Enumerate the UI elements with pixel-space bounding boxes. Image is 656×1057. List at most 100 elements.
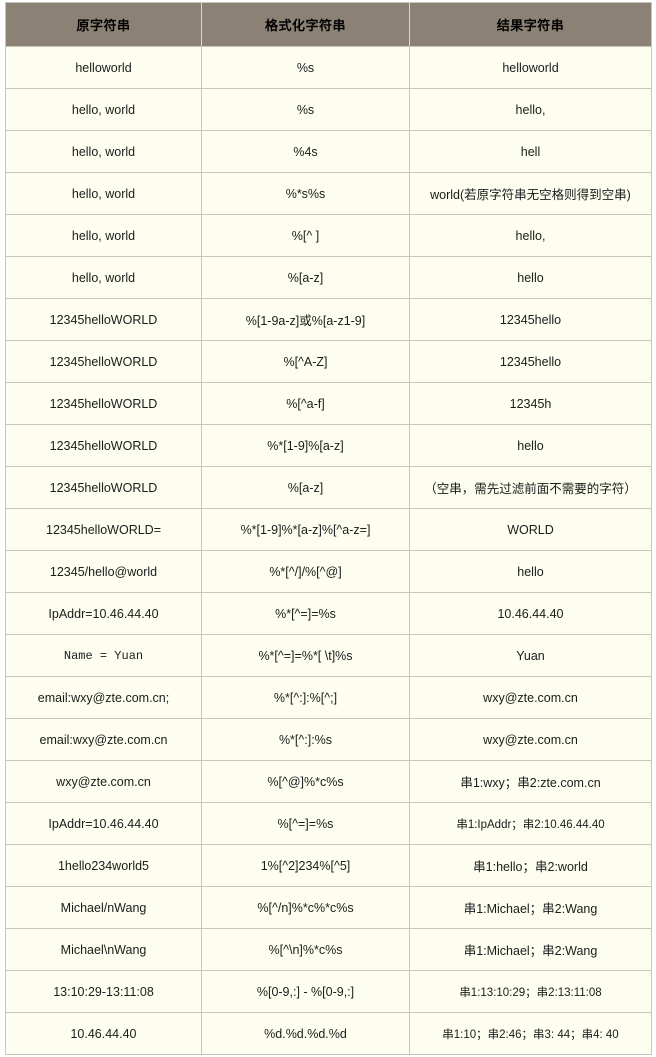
cell-format-string: %*[^:]:%s bbox=[201, 718, 410, 761]
cell-format-string: 1%[^2]234%[^5] bbox=[201, 844, 410, 887]
table-row: Name = Yuan %*[^=]=%*[ \t]%s Yuan bbox=[5, 634, 652, 677]
cell-format-string: %*[^=]=%*[ \t]%s bbox=[201, 634, 410, 677]
cell-result-string: hello, bbox=[409, 88, 652, 131]
cell-result-string: （空串，需先过滤前面不需要的字符） bbox=[409, 466, 652, 509]
cell-result-string: 12345hello bbox=[409, 298, 652, 341]
cell-source-string: 12345helloWORLD= bbox=[5, 508, 202, 551]
table-header-row: 原字符串 格式化字符串 结果字符串 bbox=[5, 2, 652, 47]
cell-result-string: 12345h bbox=[409, 382, 652, 425]
cell-format-string: %[^A-Z] bbox=[201, 340, 410, 383]
table-body: helloworld %s helloworld hello, world %s hell… bbox=[5, 46, 652, 1055]
cell-source-string: IpAddr=10.46.44.40 bbox=[5, 802, 202, 845]
cell-source-string: 13:10:29-13:11:08 bbox=[5, 970, 202, 1013]
table-row: 12345/hello@world %*[^/]/%[^@] hello bbox=[5, 550, 652, 593]
cell-source-string: 10.46.44.40 bbox=[5, 1012, 202, 1055]
cell-result-string: 串1:Michael；串2:Wang bbox=[409, 886, 652, 929]
cell-format-string: %*s%s bbox=[201, 172, 410, 215]
cell-format-string: %[^a-f] bbox=[201, 382, 410, 425]
cell-format-string: %[a-z] bbox=[201, 256, 410, 299]
cell-result-string: wxy@zte.com.cn bbox=[409, 718, 652, 761]
table-row: helloworld %s helloworld bbox=[5, 46, 652, 89]
table-row: Michael/nWang %[^/n]%*c%*c%s 串1:Michael；串2… bbox=[5, 886, 652, 929]
cell-result-string: 串1:wxy；串2:zte.com.cn bbox=[409, 760, 652, 803]
cell-source-string: hello, world bbox=[5, 130, 202, 173]
cell-source-string: hello, world bbox=[5, 88, 202, 131]
cell-format-string: %*[^=]=%s bbox=[201, 592, 410, 635]
table-row: 10.46.44.40 %d.%d.%d.%d 串1:10；串2:46；串3: 44… bbox=[5, 1012, 652, 1055]
table-row: 12345helloWORLD %[1-9a-z]或%[a-z1-9] 12345h… bbox=[5, 298, 652, 341]
cell-result-string: world(若原字符串无空格则得到空串) bbox=[409, 172, 652, 215]
table-container: 原字符串 格式化字符串 结果字符串 helloworld %s helloworld… bbox=[0, 0, 656, 1057]
table-row: email:wxy@zte.com.cn %*[^:]:%s wxy@zte.com… bbox=[5, 718, 652, 761]
cell-source-string: 12345helloWORLD bbox=[5, 382, 202, 425]
cell-format-string: %s bbox=[201, 46, 410, 89]
cell-source-string: Name = Yuan bbox=[5, 634, 202, 677]
cell-result-string: Yuan bbox=[409, 634, 652, 677]
table-row: 12345helloWORLD %[^a-f] 12345h bbox=[5, 382, 652, 425]
cell-format-string: %[^ ] bbox=[201, 214, 410, 257]
cell-format-string: %[a-z] bbox=[201, 466, 410, 509]
cell-result-string: 10.46.44.40 bbox=[409, 592, 652, 635]
format-string-table: 原字符串 格式化字符串 结果字符串 helloworld %s helloworld… bbox=[5, 2, 652, 1055]
cell-source-string: IpAddr=10.46.44.40 bbox=[5, 592, 202, 635]
cell-result-string: WORLD bbox=[409, 508, 652, 551]
cell-source-string: hello, world bbox=[5, 214, 202, 257]
cell-format-string: %d.%d.%d.%d bbox=[201, 1012, 410, 1055]
table-row: 13:10:29-13:11:08 %[0-9,:] - %[0-9,:] 串1:1… bbox=[5, 970, 652, 1013]
cell-source-string: helloworld bbox=[5, 46, 202, 89]
table-row: hello, world %[a-z] hello bbox=[5, 256, 652, 299]
cell-source-string: 12345/hello@world bbox=[5, 550, 202, 593]
column-header-format: 格式化字符串 bbox=[201, 2, 410, 47]
cell-format-string: %[^/n]%*c%*c%s bbox=[201, 886, 410, 929]
table-row: IpAddr=10.46.44.40 %[^=]=%s 串1:IpAddr；串2:1… bbox=[5, 802, 652, 845]
cell-result-string: hello bbox=[409, 256, 652, 299]
table-row: 12345helloWORLD %[a-z] （空串，需先过滤前面不需要的字符） bbox=[5, 466, 652, 509]
table-row: email:wxy@zte.com.cn; %*[^:]:%[^;] wxy@zte… bbox=[5, 676, 652, 719]
cell-format-string: %[0-9,:] - %[0-9,:] bbox=[201, 970, 410, 1013]
cell-result-string: hello bbox=[409, 424, 652, 467]
cell-format-string: %*[1-9]%[a-z] bbox=[201, 424, 410, 467]
cell-source-string: 12345helloWORLD bbox=[5, 424, 202, 467]
cell-source-string: wxy@zte.com.cn bbox=[5, 760, 202, 803]
table-row: hello, world %s hello, bbox=[5, 88, 652, 131]
table-row: hello, world %*s%s world(若原字符串无空格则得到空串) bbox=[5, 172, 652, 215]
cell-source-string: 12345helloWORLD bbox=[5, 466, 202, 509]
table-row: 12345helloWORLD %[^A-Z] 12345hello bbox=[5, 340, 652, 383]
cell-result-string: wxy@zte.com.cn bbox=[409, 676, 652, 719]
cell-result-string: hello bbox=[409, 550, 652, 593]
cell-source-string: 12345helloWORLD bbox=[5, 340, 202, 383]
cell-format-string: %[^@]%*c%s bbox=[201, 760, 410, 803]
cell-result-string: helloworld bbox=[409, 46, 652, 89]
cell-result-string: hell bbox=[409, 130, 652, 173]
table-row: 1hello234world5 1%[^2]234%[^5] 串1:hello；串2… bbox=[5, 844, 652, 887]
cell-source-string: email:wxy@zte.com.cn bbox=[5, 718, 202, 761]
cell-format-string: %[1-9a-z]或%[a-z1-9] bbox=[201, 298, 410, 341]
cell-result-string: 串1:hello；串2:world bbox=[409, 844, 652, 887]
table-row: Michael\nWang %[^\n]%*c%s 串1:Michael；串2:Wa… bbox=[5, 928, 652, 971]
cell-result-string: 串1:10；串2:46；串3: 44；串4: 40 bbox=[409, 1012, 652, 1055]
cell-format-string: %*[^:]:%[^;] bbox=[201, 676, 410, 719]
cell-result-string: 串1:Michael；串2:Wang bbox=[409, 928, 652, 971]
cell-format-string: %s bbox=[201, 88, 410, 131]
table-row: 12345helloWORLD= %*[1-9]%*[a-z]%[^a-z=] WO… bbox=[5, 508, 652, 551]
cell-source-string: hello, world bbox=[5, 172, 202, 215]
cell-format-string: %4s bbox=[201, 130, 410, 173]
cell-format-string: %*[1-9]%*[a-z]%[^a-z=] bbox=[201, 508, 410, 551]
column-header-source: 原字符串 bbox=[5, 2, 202, 47]
cell-source-string: hello, world bbox=[5, 256, 202, 299]
cell-result-string: 12345hello bbox=[409, 340, 652, 383]
cell-result-string: 串1:IpAddr；串2:10.46.44.40 bbox=[409, 802, 652, 845]
table-header: 原字符串 格式化字符串 结果字符串 bbox=[5, 2, 652, 47]
cell-source-string: 1hello234world5 bbox=[5, 844, 202, 887]
column-header-result: 结果字符串 bbox=[409, 2, 652, 47]
cell-format-string: %[^=]=%s bbox=[201, 802, 410, 845]
table-row: IpAddr=10.46.44.40 %*[^=]=%s 10.46.44.40 bbox=[5, 592, 652, 635]
table-row: hello, world %4s hell bbox=[5, 130, 652, 173]
cell-source-string: Michael/nWang bbox=[5, 886, 202, 929]
cell-source-string: 12345helloWORLD bbox=[5, 298, 202, 341]
cell-format-string: %*[^/]/%[^@] bbox=[201, 550, 410, 593]
cell-result-string: 串1:13:10:29；串2:13:11:08 bbox=[409, 970, 652, 1013]
cell-result-string: hello, bbox=[409, 214, 652, 257]
table-row: wxy@zte.com.cn %[^@]%*c%s 串1:wxy；串2:zte.co… bbox=[5, 760, 652, 803]
cell-source-string: Michael\nWang bbox=[5, 928, 202, 971]
